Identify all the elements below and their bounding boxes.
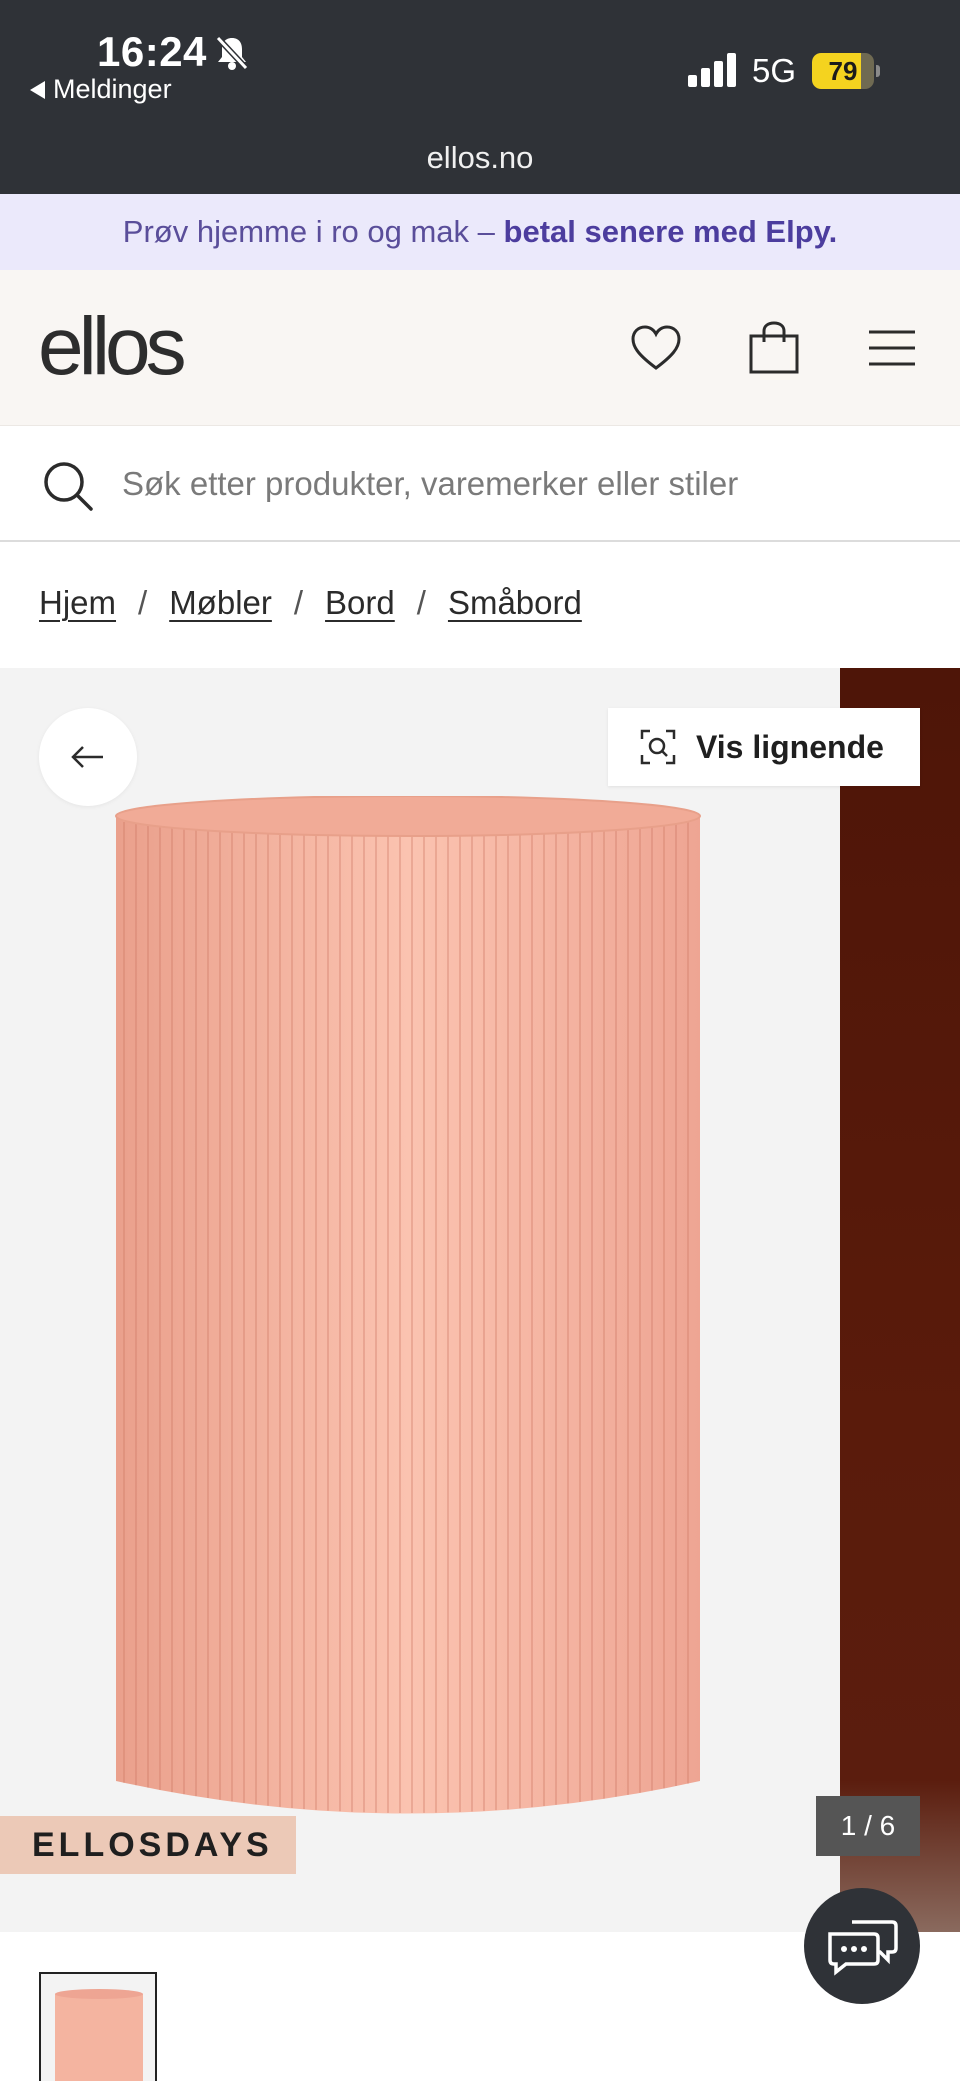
back-button[interactable] xyxy=(39,708,137,806)
breadcrumb-tables[interactable]: Bord xyxy=(325,584,395,622)
url-bar[interactable]: ellos.no xyxy=(0,140,960,176)
heart-icon[interactable] xyxy=(628,320,684,376)
back-triangle-icon xyxy=(30,80,45,99)
promo-bold-text: betal senere med Elpy. xyxy=(503,214,838,249)
promo-text: Prøv hjemme i ro og mak – xyxy=(122,214,504,249)
search-bar xyxy=(0,426,960,542)
hamburger-menu-icon[interactable] xyxy=(864,320,920,376)
network-type: 5G xyxy=(752,52,797,89)
ellos-logo[interactable]: ellos xyxy=(38,300,187,394)
next-product-image[interactable] xyxy=(840,668,960,1932)
image-counter: 1 / 6 xyxy=(816,1796,920,1856)
breadcrumb-home[interactable]: Hjem xyxy=(39,584,116,622)
breadcrumb-furniture[interactable]: Møbler xyxy=(169,584,272,622)
bell-slash-icon xyxy=(215,35,249,71)
breadcrumb-separator: / xyxy=(293,584,304,621)
product-image-fluted-side-table xyxy=(115,796,701,1814)
status-bar: 16:24 Meldinger 5G 79 ellos.no xyxy=(0,0,960,194)
search-input[interactable] xyxy=(122,456,922,512)
show-similar-button[interactable]: Vis lignende xyxy=(608,708,920,786)
breadcrumb-side-tables[interactable]: Småbord xyxy=(448,584,582,622)
back-to-app-link[interactable]: Meldinger xyxy=(30,74,172,105)
back-app-label: Meldinger xyxy=(53,74,172,104)
product-gallery[interactable]: Vis lignende ELLOSDAYS 1 / 6 xyxy=(0,668,960,1932)
chat-icon xyxy=(828,1920,898,1976)
site-header: ellos xyxy=(0,270,960,426)
promo-banner[interactable]: Prøv hjemme i ro og mak – betal senere m… xyxy=(0,194,960,270)
show-similar-label: Vis lignende xyxy=(696,728,884,765)
battery-percent: 79 xyxy=(828,56,858,86)
visual-search-icon xyxy=(640,729,676,765)
thumbnail-1[interactable] xyxy=(39,1972,157,2081)
breadcrumb: Hjem / Møbler / Bord / Småbord xyxy=(39,584,582,622)
clock: 16:24 xyxy=(97,28,207,75)
breadcrumb-separator: / xyxy=(138,584,148,621)
shopping-bag-icon[interactable] xyxy=(746,320,802,376)
thumbnail-image xyxy=(55,1989,143,2081)
chat-button[interactable] xyxy=(804,1888,920,2004)
cellular-signal-icon xyxy=(688,53,736,87)
breadcrumb-separator: / xyxy=(416,584,426,621)
search-icon[interactable] xyxy=(42,460,94,512)
campaign-badge: ELLOSDAYS xyxy=(0,1816,296,1874)
arrow-left-icon xyxy=(71,746,103,768)
battery-indicator: 79 xyxy=(812,53,880,89)
